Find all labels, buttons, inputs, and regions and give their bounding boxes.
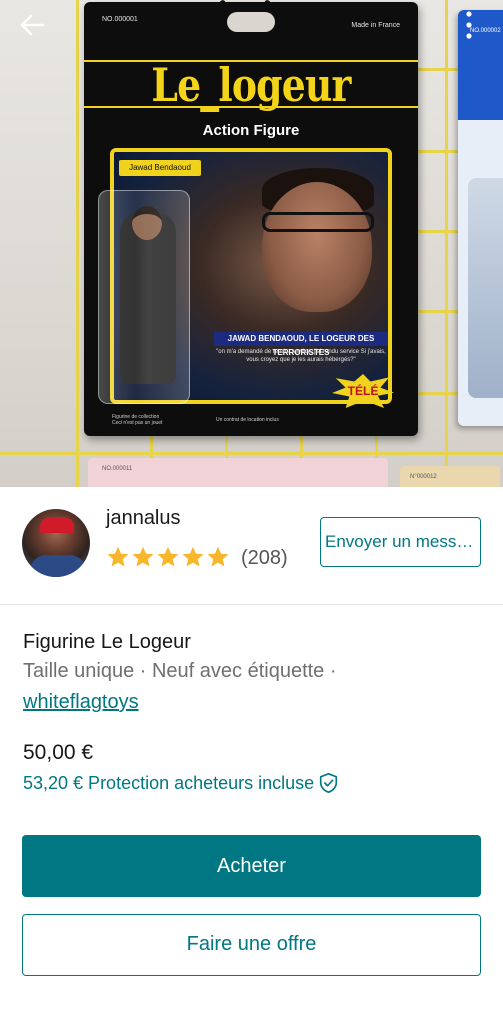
item-meta: Taille unique · Neuf avec étiquette · [23,660,337,682]
star-icon [157,546,179,567]
buy-button[interactable]: Acheter [22,835,481,897]
grid-wire [0,452,503,455]
name-tag: Jawad Bendaoud [119,160,201,176]
card-number: NO.000001 [102,16,138,23]
card-banner: JAWAD BENDAOUD, LE LOGEUR DES TERRORISTE… [214,332,388,357]
review-count[interactable]: (208) [241,547,288,570]
item-title: Figurine Le Logeur [23,631,191,653]
product-card-secondary: NO.000002 [458,10,503,426]
grid-wire [418,150,463,153]
card2-blister [468,178,503,398]
card-quote: "on m'a demandé de rendre service, j'ai … [216,349,386,363]
more-vertical-icon [466,11,472,39]
seller-row[interactable]: jannalus (208) Envoyer un message [0,487,503,605]
buyer-protection[interactable]: 53,20 € Protection acheteurs incluse [23,772,339,794]
card-brand: Le_logeur [151,58,351,112]
brand-link[interactable]: whiteflagtoys [23,691,139,714]
grid-wire [418,230,463,233]
star-icon [107,546,129,567]
star-icon [207,546,229,567]
product-card: NO.000001 Made in France Le_logeur Actio… [84,2,418,436]
more-options-button[interactable] [456,8,482,42]
star-icon [132,546,154,567]
product-card-bottom-right: N°000012 [400,466,500,487]
make-offer-button[interactable]: Faire une offre [22,914,481,976]
star-icon [182,546,204,567]
grid-wire [418,392,463,395]
card-fineprint-right: Un contrat de location inclus [216,417,279,423]
seller-username[interactable]: jannalus [106,507,181,530]
hang-hole [227,12,275,32]
avatar[interactable] [22,509,90,577]
grid-wire [418,310,463,313]
grid-wire [76,0,79,487]
card-subtitle: Action Figure [202,122,300,139]
portrait-face [262,182,372,312]
blister-bubble [98,190,190,404]
avatar-cap [40,517,74,533]
yellow-rule [84,106,418,108]
rating-stars [106,545,230,569]
portrait-glasses [262,212,374,232]
made-in-label: Made in France [351,22,400,29]
back-button[interactable] [16,8,50,42]
send-message-button[interactable]: Envoyer un message [320,517,481,567]
shield-check-icon [320,773,338,793]
arrow-left-icon [20,14,45,36]
card-fineprint-left: Figurine de collection Ceci n'est pas un… [112,414,163,426]
grid-wire [418,68,463,71]
card3-number: NO.000011 [102,466,133,472]
card4-number: N°000012 [410,474,437,480]
buyer-protection-label: 53,20 € Protection acheteurs incluse [23,772,315,793]
product-card-bottom: NO.000011 [88,458,388,487]
avatar-shirt [30,555,86,577]
grid-wire [445,0,448,487]
item-photo[interactable]: NO.000001 Made in France Le_logeur Actio… [0,0,503,487]
item-price: 50,00 € [23,741,94,764]
